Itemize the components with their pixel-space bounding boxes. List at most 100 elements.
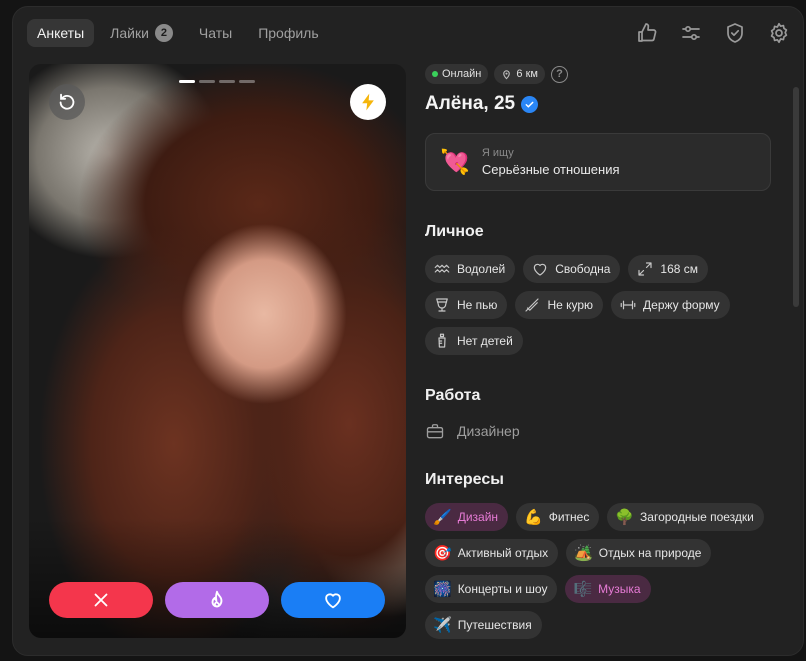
top-nav: Анкеты Лайки 2 Чаты Профиль (27, 19, 329, 47)
tab-ankety[interactable]: Анкеты (27, 19, 95, 47)
personal-chip-zodiac: Водолей (425, 255, 516, 283)
chip-label: Держу форму (643, 298, 720, 312)
chip-label: Свободна (555, 262, 611, 276)
work-section-title: Работа (425, 387, 481, 404)
chip-label: Нет детей (457, 334, 513, 348)
personal-chips: Водолей Свободна 168 см Не пью Не курю Д… (425, 255, 775, 355)
no-smoking-icon (525, 298, 540, 312)
tab-label: Анкеты (37, 25, 85, 41)
gear-icon[interactable] (767, 21, 791, 45)
chip-label: Водолей (457, 262, 506, 276)
online-dot (432, 71, 438, 77)
chip-label: Путешествия (457, 618, 532, 632)
chip-label: Отдых на природе (598, 546, 702, 560)
tab-label: Чаты (198, 25, 233, 41)
profile-meta: Онлайн 6 км ? (425, 64, 775, 84)
distance-badge: 6 км (494, 64, 545, 84)
scrollbar[interactable] (793, 87, 799, 647)
sliders-icon[interactable] (679, 21, 703, 45)
app-window: Анкеты Лайки 2 Чаты Профиль Онлайн 6 км … (12, 6, 804, 656)
chip-label: Не пью (457, 298, 498, 312)
chip-label: Загородные поездки (640, 510, 754, 524)
chip-label: Активный отдых (457, 546, 549, 560)
distance-label: 6 км (516, 68, 538, 80)
baby-bottle-icon (438, 333, 446, 348)
chip-label: Фитнес (548, 510, 590, 524)
flame-icon (211, 590, 223, 608)
briefcase-icon (426, 424, 444, 439)
interest-chip-concerts: 🎆 Концерты и шоу (425, 575, 558, 603)
location-pin-icon (503, 69, 511, 79)
dislike-button[interactable] (49, 582, 153, 618)
looking-for-value: Серьёзные отношения (481, 162, 620, 177)
glass-icon (436, 298, 448, 312)
likes-count-badge: 2 (154, 24, 173, 42)
tree-icon: 🌳 (615, 508, 635, 526)
personal-chip-alcohol: Не пью (425, 291, 508, 319)
target-icon: 🎯 (433, 544, 452, 562)
tab-profile[interactable]: Профиль (248, 19, 328, 47)
online-status-label: Онлайн (442, 68, 482, 80)
photo-pager-dot[interactable] (199, 80, 215, 83)
chip-label: Дизайн (457, 510, 499, 524)
interest-chip-country-trips: 🌳 Загородные поездки (607, 503, 764, 531)
tab-label: Лайки (110, 25, 149, 41)
lightning-icon (362, 93, 374, 111)
personal-chip-relationship: Свободна (523, 255, 621, 283)
profile-name: Алёна, 25 (425, 93, 516, 114)
work-row: Дизайнер (425, 421, 775, 441)
name-row: Алёна, 25 (425, 93, 775, 115)
scrollbar-thumb[interactable] (793, 87, 799, 307)
chip-label: Музыка (598, 582, 641, 596)
thumbs-up-icon[interactable] (635, 21, 659, 45)
tab-likes[interactable]: Лайки 2 (100, 19, 183, 47)
help-icon[interactable]: ? (550, 65, 568, 83)
flexed-biceps-icon: 💪 (524, 508, 543, 526)
paintbrush-icon: 🖌️ (433, 508, 452, 526)
personal-chip-height: 168 см (628, 255, 708, 283)
music-score-icon: 🎼 (573, 580, 593, 598)
online-status-badge: Онлайн (425, 64, 489, 84)
interest-chip-travel: ✈️ Путешествия (425, 611, 542, 639)
aquarius-icon (434, 264, 450, 273)
rewind-button[interactable] (49, 84, 85, 120)
looking-for-label: Я ищу (481, 147, 514, 159)
personal-chip-fitness: Держу форму (611, 291, 730, 319)
heart-outline-icon (533, 263, 547, 276)
boost-button[interactable] (350, 84, 386, 120)
verified-icon (521, 95, 539, 113)
camping-icon: 🏕️ (574, 544, 593, 562)
photo-pager-dot[interactable] (239, 80, 255, 83)
work-value: Дизайнер (457, 423, 520, 439)
toolbar-icons (635, 21, 791, 45)
airplane-icon: ✈️ (433, 616, 452, 634)
personal-section-title: Личное (425, 223, 484, 240)
profile-info: Онлайн 6 км ? Алёна, 25 💘 Я ищу Серьёзны… (425, 64, 775, 639)
close-icon (94, 593, 108, 607)
interest-chip-fitness: 💪 Фитнес (516, 503, 600, 531)
chip-label: 168 см (660, 262, 698, 276)
photo-pager-dot[interactable] (219, 80, 235, 83)
superlike-button[interactable] (165, 582, 269, 618)
interest-chip-active-rest: 🎯 Активный отдых (425, 539, 559, 567)
like-button[interactable] (281, 582, 385, 618)
shield-check-icon[interactable] (723, 21, 747, 45)
photo-shade (29, 518, 406, 638)
personal-chip-smoking: Не курю (515, 291, 604, 319)
profile-photo[interactable] (29, 64, 406, 638)
photo-pager-dot[interactable] (179, 80, 195, 83)
interest-chip-design: 🖌️ Дизайн (425, 503, 509, 531)
interests-chips: 🖌️ Дизайн 💪 Фитнес 🌳 Загородные поездки … (425, 503, 775, 639)
tab-label: Профиль (258, 25, 319, 41)
heart-icon (325, 593, 341, 609)
heart-arrow-icon: 💘 (440, 148, 470, 176)
looking-for-card: 💘 Я ищу Серьёзные отношения (425, 133, 771, 191)
interest-chip-nature: 🏕️ Отдых на природе (566, 539, 712, 567)
photo-pager (179, 80, 255, 83)
rewind-icon (59, 93, 75, 110)
interest-chip-music: 🎼 Музыка (565, 575, 651, 603)
interests-section-title: Интересы (425, 471, 504, 488)
tab-chats[interactable]: Чаты (189, 19, 242, 47)
personal-chip-kids: Нет детей (425, 327, 523, 355)
swipe-actions (49, 582, 385, 618)
